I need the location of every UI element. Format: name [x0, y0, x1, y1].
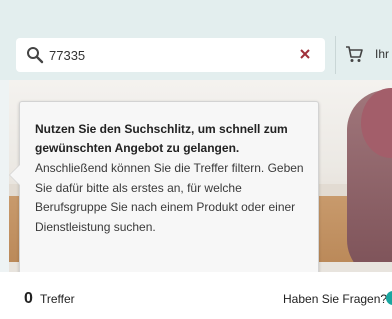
help-link[interactable]: Haben Sie Fragen?	[283, 292, 387, 306]
cart-label[interactable]: Ihr	[375, 47, 389, 61]
tooltip-title: Nutzen Sie den Suchschlitz, um schnell z…	[35, 122, 288, 155]
header-divider	[335, 36, 336, 74]
close-icon[interactable]	[299, 48, 311, 60]
cart-icon[interactable]	[345, 45, 363, 63]
search-input[interactable]	[49, 44, 299, 66]
search-box[interactable]	[16, 38, 325, 72]
results-bar: 0 Treffer Haben Sie Fragen?	[0, 272, 392, 319]
results-label: Treffer	[40, 292, 75, 306]
tooltip-body: Anschließend können Sie die Treffer filt…	[35, 161, 304, 234]
search-hint-tooltip: Nutzen Sie den Suchschlitz, um schnell z…	[9, 101, 319, 283]
results-count: 0	[24, 290, 33, 307]
search-icon[interactable]	[26, 46, 44, 64]
tooltip-arrow	[10, 165, 20, 185]
header-bar: Ihr	[0, 0, 392, 80]
